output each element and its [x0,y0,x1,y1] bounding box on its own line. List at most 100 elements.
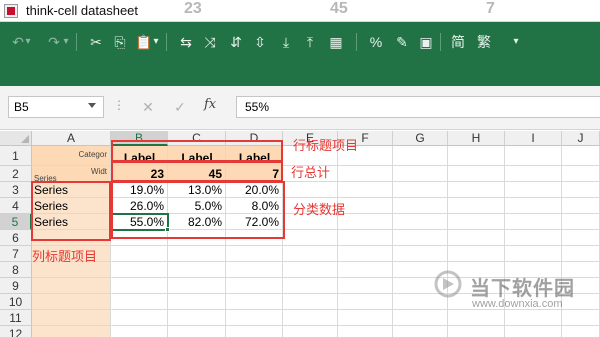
paste-dropdown[interactable]: ▾ [150,32,162,52]
grid-cell[interactable] [562,166,600,182]
grid-cell[interactable] [111,294,168,310]
grid-cell[interactable] [168,310,226,326]
grid-cell[interactable] [283,182,338,198]
grid-cell[interactable] [505,146,562,166]
grid-cell[interactable] [226,294,283,310]
chart-data-button[interactable]: ▦ [326,32,346,52]
grid-cell[interactable] [562,198,600,214]
insert-row-button[interactable]: ⤓ [276,32,296,52]
row-header-4[interactable]: 4 [0,198,32,214]
grid-cell[interactable] [32,310,111,326]
column-header-j[interactable]: J [562,131,600,146]
resize-handle-icon[interactable]: ⋮ [113,98,125,112]
grid-cell[interactable] [111,262,168,278]
redo-dropdown[interactable]: ▾ [60,32,72,52]
row-header-11[interactable]: 11 [0,310,32,326]
grid-cell[interactable] [562,246,600,262]
grid-cell[interactable] [505,214,562,230]
grid-cell[interactable] [111,278,168,294]
grid-cell[interactable] [393,198,448,214]
insert-function-button[interactable]: fx [204,97,216,112]
grid-cell[interactable] [338,294,393,310]
grid-cell[interactable] [32,278,111,294]
grid-cell[interactable] [283,294,338,310]
grid-cell[interactable] [168,294,226,310]
grid-cell[interactable] [226,310,283,326]
copy-button[interactable]: ⎘ [110,32,130,52]
grid-cell[interactable] [505,310,562,326]
grid-cell[interactable] [338,310,393,326]
grid-cell[interactable] [448,214,505,230]
row-header-10[interactable]: 10 [0,294,32,310]
grid-cell[interactable] [283,310,338,326]
grid-cell[interactable] [505,198,562,214]
grid-cell[interactable] [505,246,562,262]
grid-cell[interactable] [448,326,505,337]
column-header-a[interactable]: A [32,131,111,146]
grid-cell[interactable] [168,326,226,337]
grid-cell[interactable] [393,182,448,198]
cancel-button[interactable]: ✕ [136,96,160,118]
grid-cell[interactable] [505,326,562,337]
grid-cell[interactable] [111,326,168,337]
insert-cut-cells-button[interactable]: ⤨ [200,32,220,52]
chevron-down-icon[interactable] [88,103,96,108]
row-header-2[interactable]: 2 [0,166,32,182]
grid-cell[interactable] [448,310,505,326]
row-header-9[interactable]: 9 [0,278,32,294]
grid-cell[interactable] [338,214,393,230]
enter-button[interactable]: ✓ [168,96,192,118]
grid-cell[interactable] [226,278,283,294]
grid-cell[interactable] [338,262,393,278]
grid-cell[interactable] [562,182,600,198]
grid-cell[interactable] [32,294,111,310]
column-header-h[interactable]: H [448,131,505,146]
percent-button[interactable]: % [366,32,386,52]
cut-button[interactable]: ✂ [86,32,106,52]
form-button[interactable]: ▣ [416,32,436,52]
column-header-g[interactable]: G [393,131,448,146]
grid-cell[interactable] [283,262,338,278]
grid-cell[interactable] [168,262,226,278]
grid-cell[interactable] [562,230,600,246]
grid-cell[interactable] [505,230,562,246]
more-dropdown[interactable]: ▾ [510,32,522,52]
grid-cell[interactable] [338,278,393,294]
grid-cell[interactable] [338,246,393,262]
grid-cell[interactable] [338,230,393,246]
row-header-6[interactable]: 6 [0,230,32,246]
grid-cell[interactable] [393,326,448,337]
grid-cell[interactable] [111,246,168,262]
grid-cell[interactable] [393,166,448,182]
formula-input[interactable]: 55% [236,96,600,118]
grid-cell[interactable] [283,278,338,294]
select-all-button[interactable] [0,131,32,146]
row-header-12[interactable]: 12 [0,326,32,337]
grid-cell[interactable] [168,278,226,294]
insert-column-button[interactable]: ⇵ [226,32,246,52]
format-painter-button[interactable]: ✎ [392,32,412,52]
category-label[interactable]: Categor [32,148,111,162]
row-header-7[interactable]: 7 [0,246,32,262]
grid-cell[interactable] [562,214,600,230]
grid-cell[interactable] [393,230,448,246]
column-header-i[interactable]: I [505,131,562,146]
grid-cell[interactable] [226,246,283,262]
grid-cell[interactable] [448,182,505,198]
grid-cell[interactable] [562,146,600,166]
undo-dropdown[interactable]: ▾ [22,32,34,52]
grid-cell[interactable] [393,246,448,262]
row-header-5[interactable]: 5 [0,214,32,230]
delete-column-button[interactable]: ⇳ [250,32,270,52]
grid-cell[interactable] [448,246,505,262]
grid-cell[interactable] [562,310,600,326]
row-header-1[interactable]: 1 [0,146,32,166]
grid-cell[interactable] [338,166,393,182]
grid-cell[interactable] [226,326,283,337]
grid-cell[interactable] [448,198,505,214]
traditional-chinese-button[interactable]: 繁 [474,32,494,52]
grid-cell[interactable] [168,246,226,262]
grid-cell[interactable] [393,146,448,166]
grid-cell[interactable] [393,214,448,230]
simplified-chinese-button[interactable]: 简 [448,32,468,52]
